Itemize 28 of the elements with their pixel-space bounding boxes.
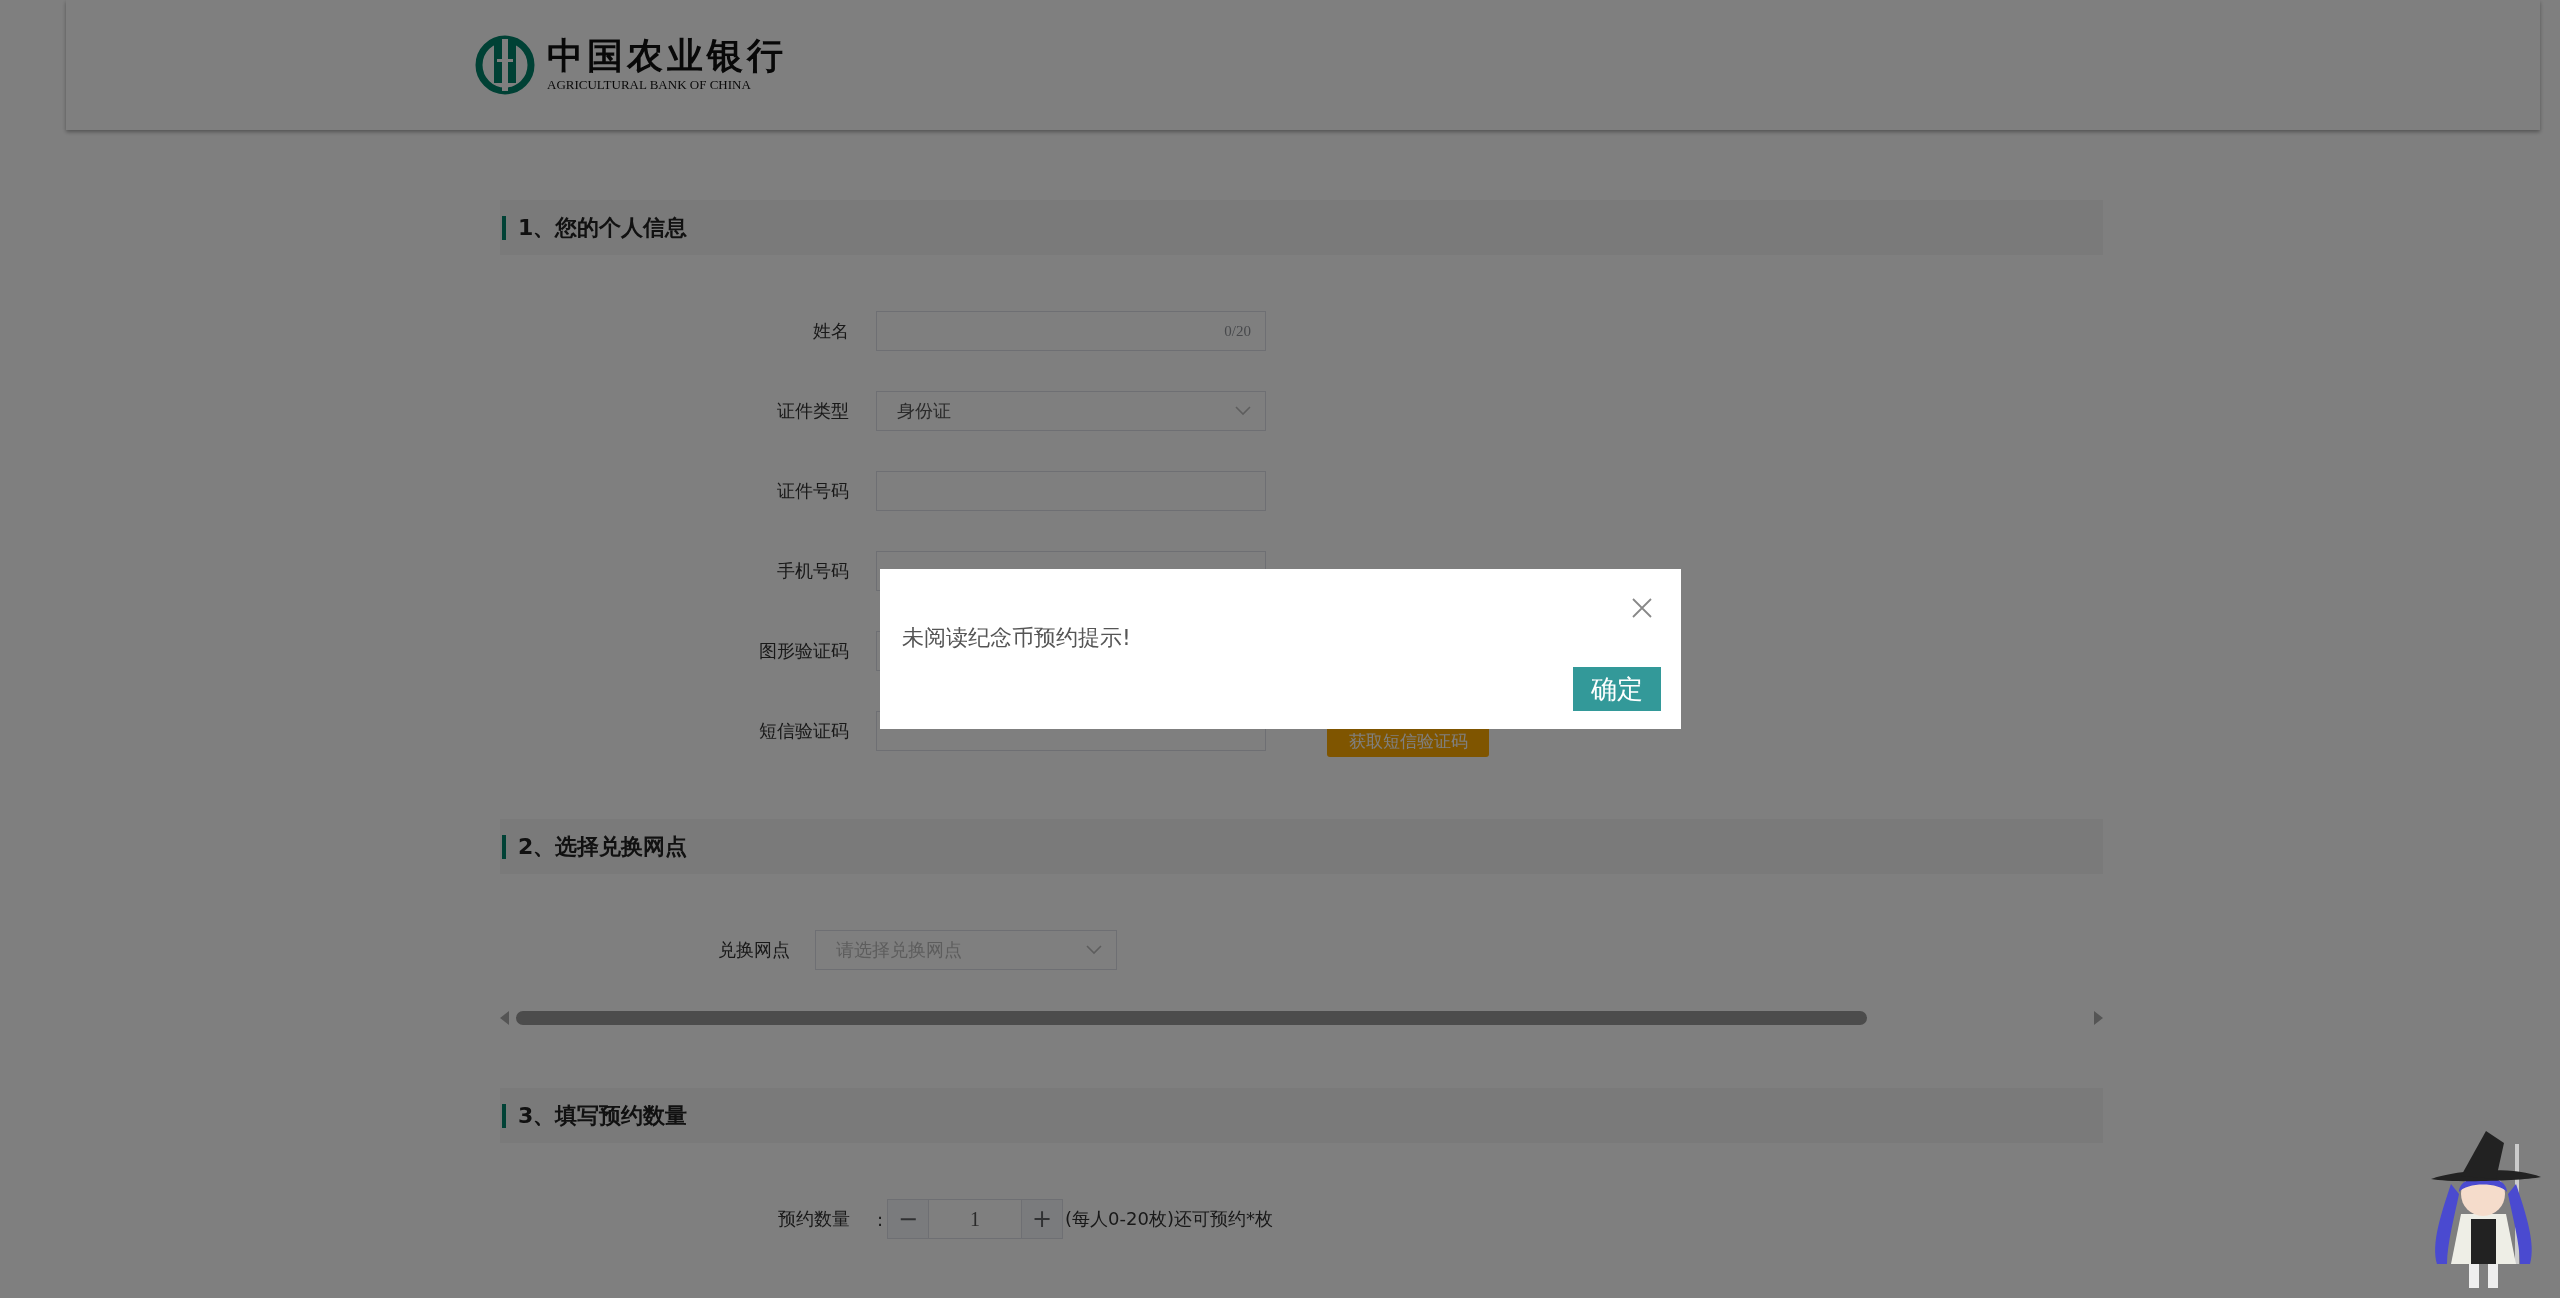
section-header: 3、填写预约数量 — [500, 1088, 2103, 1143]
close-icon[interactable] — [1631, 597, 1653, 619]
field-label: 证件号码 — [776, 479, 849, 503]
bank-name-english: AGRICULTURAL BANK OF CHINA — [547, 77, 752, 93]
field-label: 短信验证码 — [758, 719, 849, 743]
increment-button[interactable]: + — [1022, 1200, 1063, 1238]
select-field[interactable]: 身份证 — [876, 391, 1266, 431]
decrement-button[interactable]: − — [888, 1200, 929, 1238]
scroll-left-icon[interactable] — [500, 1011, 510, 1025]
field-label: 图形验证码 — [758, 639, 849, 663]
field-label: 兑换网点 — [717, 938, 790, 962]
dialog-message: 未阅读纪念币预约提示! — [902, 624, 1132, 652]
chevron-down-icon — [1235, 406, 1251, 416]
colon-text: : — [877, 1208, 884, 1230]
scroll-right-icon[interactable] — [2093, 1011, 2103, 1025]
horizontal-scrollbar[interactable] — [500, 1008, 2103, 1028]
bank-name: 中国农业银行 — [547, 37, 787, 73]
confirm-button[interactable]: 确定 — [1573, 667, 1661, 711]
field-label: 证件类型 — [776, 399, 849, 423]
section-header: 2、选择兑换网点 — [500, 819, 2103, 874]
field-label: 手机号码 — [776, 559, 849, 583]
field-label: 预约数量 — [777, 1207, 850, 1231]
field-label: 姓名 — [812, 319, 849, 343]
bank-logo-icon — [475, 35, 535, 95]
quantity-note: (每人0-20枚)还可预约*枚 — [1065, 1207, 1273, 1231]
section-header: 1、您的个人信息 — [500, 200, 2103, 255]
quantity-stepper[interactable]: − 1 + — [887, 1199, 1064, 1239]
chevron-down-icon — [1086, 945, 1102, 955]
